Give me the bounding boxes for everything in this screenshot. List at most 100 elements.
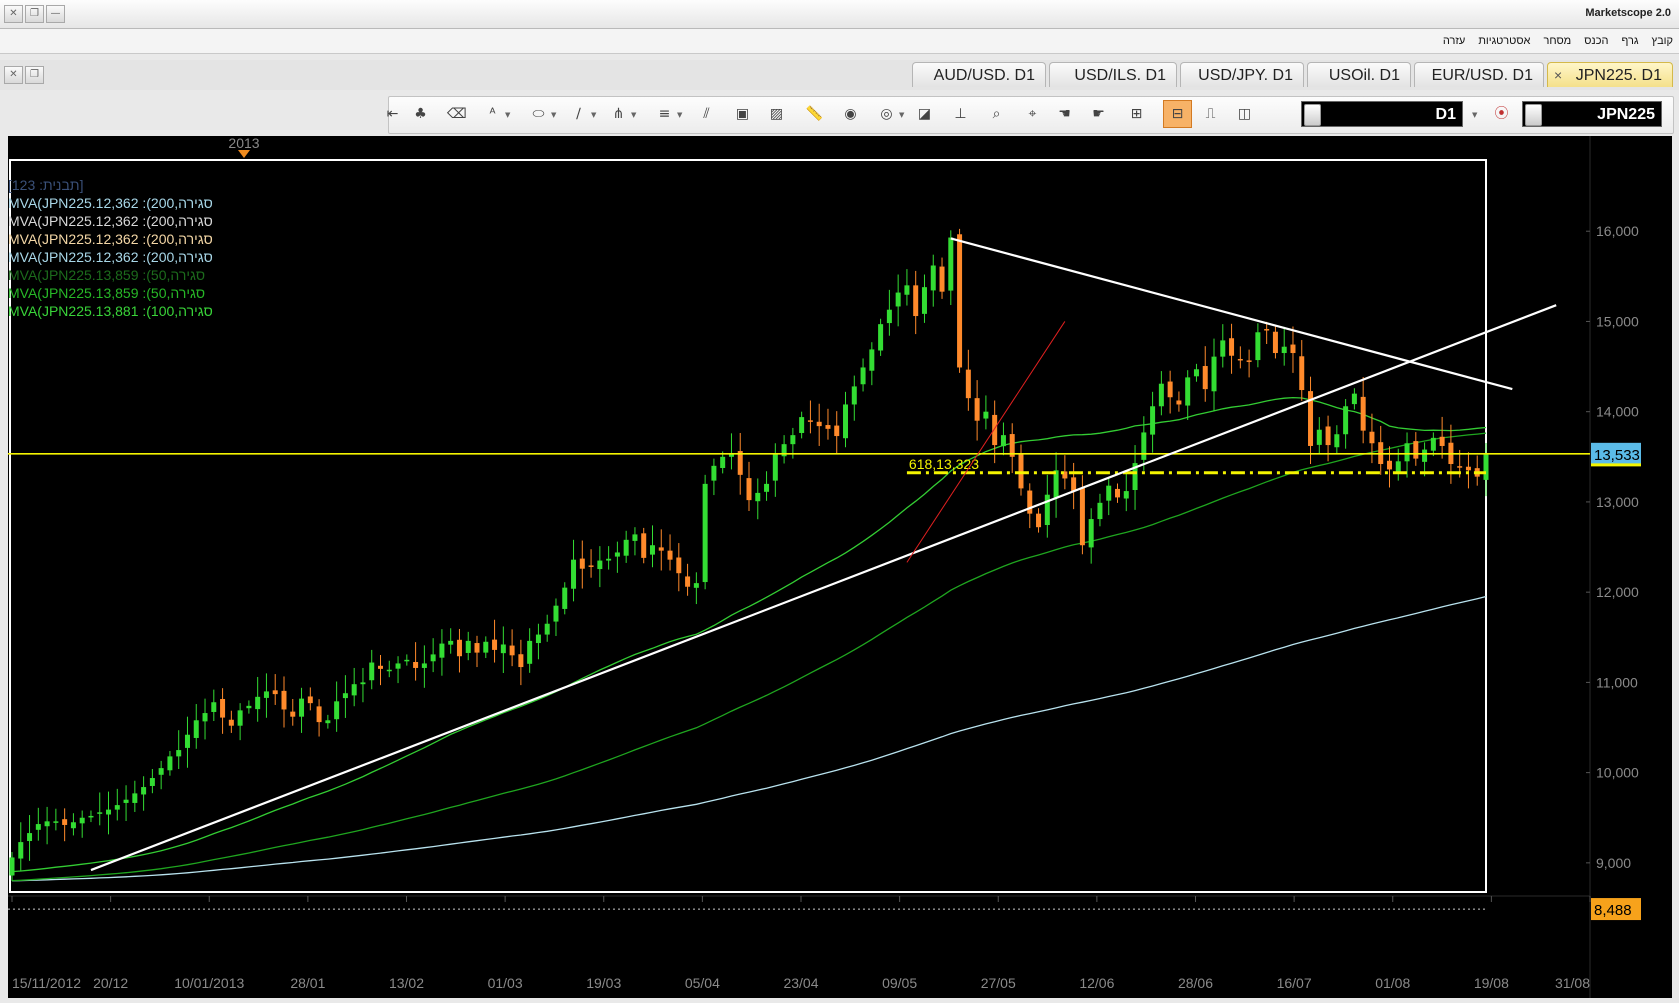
legend-line-0[interactable]: MVA(JPN225.12,362 :(200,סגירה [8, 194, 213, 212]
minimize-window-button[interactable]: — [46, 5, 65, 23]
tab-eur-usd-d1[interactable]: EUR/USD. D1 [1414, 62, 1544, 87]
close-window-button[interactable]: ✕ [4, 5, 23, 23]
fork-dropdown-icon[interactable]: ▼ [631, 111, 638, 119]
menu-item-4[interactable]: אסטרטגיות [1478, 35, 1530, 47]
menu-item-5[interactable]: עזרה [1443, 35, 1465, 47]
zoom-icon[interactable]: ⌕ [987, 105, 1006, 124]
candle-body [413, 661, 419, 668]
ellipse-dropdown-icon[interactable]: ▼ [551, 111, 558, 119]
candle-body [492, 639, 498, 650]
eye-icon[interactable]: ◎ [877, 105, 896, 124]
text-abc-dropdown-icon[interactable]: ▼ [505, 111, 512, 119]
chart-area[interactable]: 16,000 15,000 14,000 13,000 12,000 11,000 10,0… [8, 135, 1672, 998]
candle-body [1220, 340, 1226, 357]
text-abc-icon[interactable]: ᴬ [483, 105, 502, 124]
menu-item-2[interactable]: הכנס [1584, 35, 1608, 47]
candle-body [395, 663, 401, 669]
parallel-lines-icon[interactable]: ⫽ [697, 105, 716, 124]
candle-body [351, 684, 357, 696]
ticks-icon[interactable]: ⊞ [1127, 105, 1146, 124]
indicator-legend: [תבנית: 123] MVA(JPN225.12,362 :(200,סגיר… [8, 176, 213, 320]
candle-body [614, 552, 620, 557]
tab-usd-ils-d1[interactable]: USD/ILS. D1 [1049, 62, 1177, 87]
pen-line-icon[interactable]: ∕ [569, 105, 588, 124]
legend-line-6[interactable]: MVA(JPN225.13,881 :(100,סגירה [8, 302, 213, 320]
year-marker-label: 2013 [228, 136, 259, 151]
tab-strip: ✕ ❐ AUD/USD. D1 USD/ILS. D1 USD/JPY. D1 USO… [0, 60, 1679, 90]
tab-usoil-d1[interactable]: USOil. D1 [1307, 62, 1411, 87]
eye-dropdown-icon[interactable]: ▼ [899, 111, 906, 119]
close-binoculars-icon[interactable]: ⦿ [1492, 105, 1511, 124]
line-chart-icon[interactable]: ⎍ [1201, 105, 1220, 124]
close-chart-button[interactable]: ✕ [4, 66, 23, 84]
list-lines-dropdown-icon[interactable]: ▼ [677, 111, 684, 119]
menu-item-3[interactable]: מסחר [1543, 35, 1571, 47]
pen-line-dropdown-icon[interactable]: ▼ [591, 111, 598, 119]
tab-label: AUD/USD. D1 [933, 67, 1035, 84]
tab-usd-jpy-d1[interactable]: USD/JPY. D1 [1180, 62, 1304, 87]
candle-body [316, 706, 322, 723]
x-tick-label: 27/05 [981, 975, 1016, 991]
pin-icon[interactable]: ⇤ [383, 105, 402, 124]
tab-close-icon[interactable]: × [1554, 63, 1562, 88]
timeframe-dropdown-icon[interactable]: ▼ [1472, 111, 1479, 119]
candle-body [1106, 485, 1112, 501]
candle-body [1369, 431, 1375, 444]
candle-body [843, 404, 849, 439]
menu-item-1[interactable]: גרף [1621, 35, 1638, 47]
candle-body [1325, 426, 1331, 446]
legend-line-3[interactable]: MVA(JPN225.12,362 :(200,סגירה [8, 248, 213, 266]
candle-body [913, 285, 919, 317]
cursor-icon[interactable]: ⌖ [1023, 105, 1042, 124]
instrument-field[interactable]: JPN225 [1522, 101, 1662, 127]
legend-line-4[interactable]: MVA(JPN225.13,859 :(50,סגירה [8, 266, 213, 284]
ruler-icon[interactable]: 📏 [805, 105, 824, 124]
picture-icon[interactable]: ▨ [767, 105, 786, 124]
candle-body [869, 349, 875, 371]
candle-body [1150, 406, 1156, 435]
candle-body [535, 634, 541, 644]
ellipse-icon[interactable]: ⬭ [529, 105, 548, 124]
list-lines-icon[interactable]: ≡ [655, 105, 674, 124]
x-tick-label: 28/01 [290, 975, 325, 991]
candle-body [263, 691, 269, 698]
hand-icon[interactable]: ☚ [1055, 105, 1074, 124]
menu-item-0[interactable]: קובץ [1652, 35, 1673, 47]
restore-chart-button[interactable]: ❐ [25, 66, 44, 84]
tree-icon[interactable]: ♣ [411, 105, 430, 124]
timeframe-field[interactable]: D1 [1301, 101, 1463, 127]
restore-window-button[interactable]: ❐ [25, 5, 44, 23]
candles-icon[interactable]: ⊟ [1163, 100, 1192, 128]
globe-icon[interactable]: ◉ [841, 105, 860, 124]
candle-body [597, 560, 603, 570]
fork-icon[interactable]: ⋔ [609, 105, 628, 124]
candle-body [1290, 344, 1296, 354]
candle-body [1036, 513, 1042, 528]
window-icon[interactable]: ▣ [733, 105, 752, 124]
eraser-icon[interactable]: ⌫ [447, 105, 467, 124]
tab-jpn225-d1[interactable]: × JPN225. D1 [1547, 62, 1673, 87]
candle-body [1422, 449, 1428, 462]
price-chart[interactable]: 16,000 15,000 14,000 13,000 12,000 11,000 10,0… [8, 135, 1672, 998]
candle-body [772, 454, 778, 481]
binoculars-icon[interactable]: ◫ [1235, 105, 1254, 124]
candle-body [342, 693, 348, 699]
candle-body [527, 640, 533, 664]
candle-body [167, 756, 173, 771]
candle-body [799, 417, 805, 433]
y-tick-label: 13,000 [1596, 494, 1639, 510]
x-tick-label: 05/04 [685, 975, 720, 991]
legend-line-5[interactable]: MVA(JPN225.13,859 :(50,סגירה [8, 284, 213, 302]
level-icon[interactable]: ⊥ [951, 105, 970, 124]
legend-line-2[interactable]: MVA(JPN225.12,362 :(200,סגירה [8, 230, 213, 248]
candle-body [176, 750, 182, 757]
chart-edit-icon[interactable]: ◪ [915, 105, 934, 124]
hand2-icon[interactable]: ☛ [1089, 105, 1108, 124]
tab-aud-usd-d1[interactable]: AUD/USD. D1 [912, 62, 1046, 87]
tab-label: USD/ILS. D1 [1074, 67, 1166, 84]
candle-body [290, 711, 296, 717]
candle-body [571, 559, 577, 589]
candle-body [1413, 441, 1419, 459]
legend-line-1[interactable]: MVA(JPN225.12,362 :(200,סגירה [8, 212, 213, 230]
legend-header: [תבנית: 123] [8, 177, 84, 193]
